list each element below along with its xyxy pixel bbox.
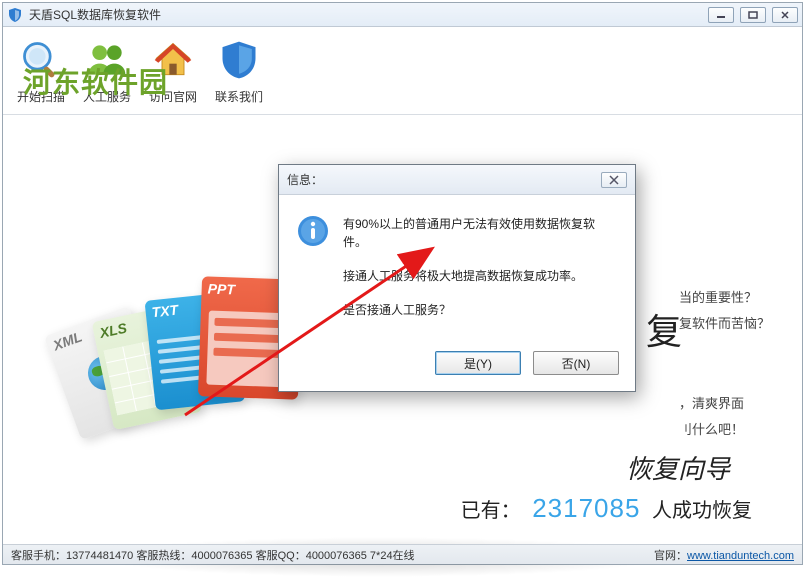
toolbar-service[interactable]: 人工服务: [83, 36, 131, 105]
dialog-message: 有90%以上的普通用户无法有效使用数据恢复软件。 接通人工服务将极大地提高数据恢…: [343, 215, 617, 335]
dialog-line: 是否接通人工服务？: [343, 301, 617, 319]
hero-line: 刂什么吧！: [679, 417, 770, 443]
status-right: 官网：www.tianduntech.com: [654, 547, 794, 563]
window-controls: [708, 7, 798, 23]
toolbar-label: 访问官网: [149, 90, 197, 104]
dialog-buttons: 是(Y) 否(N): [279, 343, 635, 391]
hero-text: 当的重要性？ 复软件而苦恼？ ，清爽界面 刂什么吧！: [679, 285, 770, 443]
info-dialog: 信息： 有90%以上的普通用户无法有效使用数据恢复软件。 接通人工服务将极大地提…: [278, 164, 636, 392]
stats-count: 2317085: [532, 493, 640, 523]
hero-line: 当的重要性？: [679, 285, 770, 311]
hero-char: 复: [646, 303, 682, 355]
toolbar-scan[interactable]: 开始扫描: [17, 36, 65, 105]
dialog-line: 有90%以上的普通用户无法有效使用数据恢复软件。: [343, 215, 617, 251]
toolbar: 开始扫描 人工服务 访问官网 联系我们 河东软件园 www.pc0359.cn: [3, 27, 802, 115]
stats-suffix: 人成功恢复: [652, 500, 752, 522]
people-icon: [83, 36, 131, 84]
file-type-illustration: XML XLS TXT PPT: [60, 272, 300, 442]
dialog-line: 接通人工服务将极大地提高数据恢复成功率。: [343, 267, 617, 285]
toolbar-contact[interactable]: 联系我们: [215, 36, 263, 105]
dialog-title: 信息：: [287, 171, 323, 188]
dialog-titlebar: 信息：: [279, 165, 635, 195]
minimize-button[interactable]: [708, 7, 734, 23]
wizard-label: 恢复向导: [626, 449, 730, 486]
statusbar: 客服手机：13774481470 客服热线：4000076365 客服QQ：40…: [3, 544, 802, 564]
official-url-link[interactable]: www.tianduntech.com: [687, 550, 794, 562]
toolbar-label: 联系我们: [215, 90, 263, 104]
close-icon: [608, 175, 620, 185]
yes-button[interactable]: 是(Y): [435, 351, 521, 375]
status-right-label: 官网：: [654, 550, 687, 562]
stats-line: 已有： 2317085 人成功恢复: [3, 493, 802, 524]
titlebar: 天盾SQL数据库恢复软件: [3, 3, 802, 27]
toolbar-label: 人工服务: [83, 90, 131, 104]
status-left: 客服手机：13774481470 客服热线：4000076365 客服QQ：40…: [11, 547, 415, 563]
app-icon: [7, 7, 23, 23]
info-icon: [297, 215, 329, 247]
hero-line: 复软件而苦恼？: [679, 311, 770, 337]
magnifier-icon: [17, 36, 65, 84]
window-title: 天盾SQL数据库恢复软件: [29, 6, 161, 23]
shield-icon: [215, 36, 263, 84]
hero-line: ，清爽界面: [679, 391, 770, 417]
toolbar-label: 开始扫描: [17, 90, 65, 104]
dialog-body: 有90%以上的普通用户无法有效使用数据恢复软件。 接通人工服务将极大地提高数据恢…: [279, 195, 635, 343]
maximize-button[interactable]: [740, 7, 766, 23]
toolbar-website[interactable]: 访问官网: [149, 36, 197, 105]
close-button[interactable]: [772, 7, 798, 23]
house-icon: [149, 36, 197, 84]
no-button[interactable]: 否(N): [533, 351, 619, 375]
stats-prefix: 已有：: [461, 500, 521, 522]
dialog-close-button[interactable]: [601, 172, 627, 188]
